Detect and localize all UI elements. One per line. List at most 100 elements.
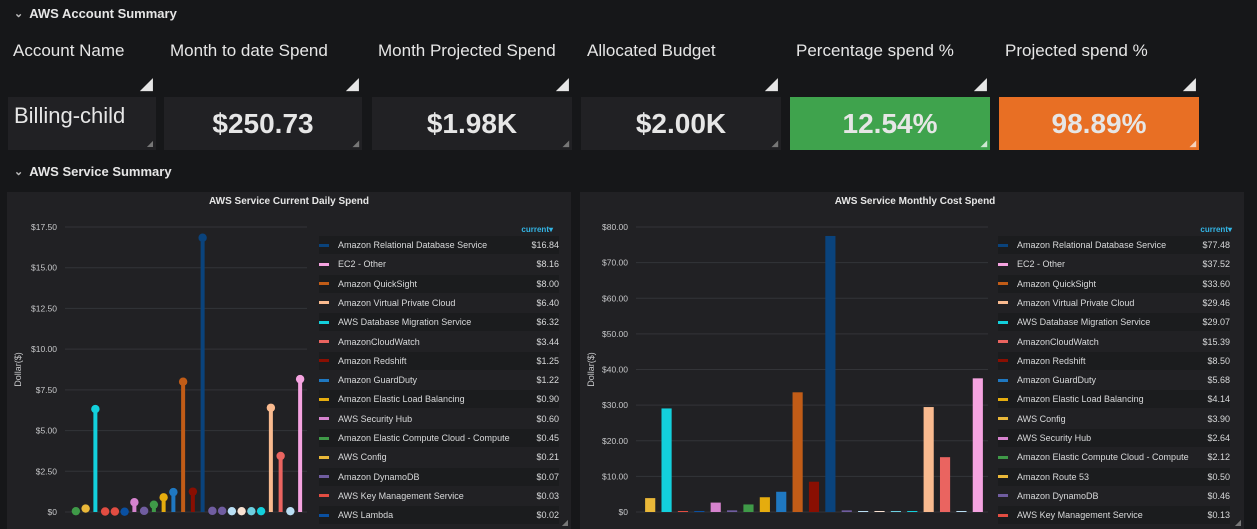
legend-item[interactable]: AWS Database Migration Service $29.07 (998, 313, 1230, 332)
legend-item[interactable]: Amazon Redshift $1.25 (319, 351, 559, 370)
legend-item[interactable]: Amazon Elastic Load Balancing $4.14 (998, 390, 1230, 409)
chart-point[interactable] (256, 506, 266, 516)
chart-bar[interactable] (825, 235, 836, 512)
chart-bar[interactable] (939, 457, 951, 512)
legend-item[interactable]: Amazon DynamoDB $0.46 (998, 487, 1230, 505)
legend-item[interactable]: Amazon DynamoDB $0.07 (319, 467, 559, 486)
chart-point[interactable] (169, 487, 178, 497)
legend-item[interactable]: AWS Key Management Service $0.03 (319, 487, 559, 505)
chart-point[interactable] (276, 451, 285, 461)
legend-item[interactable]: Amazon Virtual Private Cloud $29.46 (998, 294, 1230, 312)
chart-point[interactable] (130, 498, 139, 507)
resize-handle[interactable]: ◢ (765, 75, 778, 92)
resize-handle[interactable]: ◢ (981, 140, 987, 148)
chart-bar[interactable] (907, 511, 918, 512)
legend-item[interactable]: Amazon Elastic Compute Cloud - Compute $0… (319, 429, 559, 447)
legend-item[interactable]: EC2 - Other $37.52 (998, 255, 1230, 273)
legend-item[interactable]: AWS Security Hub $0.60 (319, 410, 559, 428)
chart-bar[interactable] (181, 381, 186, 512)
chart-point[interactable] (159, 493, 168, 502)
legend-item[interactable]: Amazon QuickSight $33.60 (998, 274, 1230, 293)
chart-point[interactable] (188, 487, 198, 496)
chart-bar[interactable] (759, 497, 770, 512)
legend-item[interactable]: Amazon GuardDuty $5.68 (998, 371, 1230, 389)
chart-bar[interactable] (677, 511, 689, 512)
chart-point[interactable] (286, 506, 295, 516)
chart-bar[interactable] (923, 407, 934, 512)
resize-handle[interactable]: ◢ (1183, 75, 1196, 92)
legend-item[interactable]: Amazon Route 53 $0.50 (998, 467, 1230, 486)
chart-bar[interactable] (298, 379, 303, 512)
resize-handle[interactable]: ◢ (974, 75, 987, 92)
chart-point[interactable] (120, 507, 129, 516)
chart-bar[interactable] (278, 455, 283, 512)
chart-point[interactable] (227, 506, 237, 516)
chart-point[interactable] (100, 507, 110, 516)
chart-point[interactable] (178, 377, 188, 386)
chart-point[interactable] (81, 504, 90, 513)
legend-item[interactable]: AmazonCloudWatch $15.39 (998, 333, 1230, 351)
chart-point[interactable] (149, 500, 159, 509)
chart-point[interactable] (266, 403, 276, 412)
legend-item[interactable]: EC2 - Other $8.16 (319, 255, 559, 273)
chart-bar[interactable] (808, 481, 820, 512)
chart-point[interactable] (208, 506, 217, 516)
legend-item[interactable]: AWS Config $3.90 (998, 410, 1230, 428)
resize-handle[interactable]: ◢ (346, 75, 359, 92)
chart-bar[interactable] (661, 408, 672, 512)
legend-sort-current[interactable]: current▾ (521, 225, 553, 234)
chart-bar[interactable] (776, 491, 787, 512)
legend-item[interactable]: AWS Key Management Service $0.13 (998, 506, 1230, 525)
chart-bar[interactable] (268, 407, 273, 512)
chart-bar[interactable] (743, 504, 754, 512)
resize-handle[interactable]: ◢ (556, 75, 569, 92)
chart-point[interactable] (217, 506, 227, 516)
row-header-account-summary[interactable]: ⌄ AWS Account Summary (14, 6, 177, 21)
chart-bar[interactable] (972, 378, 983, 512)
chart-bar[interactable] (694, 511, 705, 512)
chart-point[interactable] (91, 404, 100, 414)
legend-item[interactable]: Amazon Elastic Load Balancing $0.90 (319, 390, 559, 409)
legend-item[interactable]: Amazon GuardDuty $1.22 (319, 371, 559, 389)
chart-bar[interactable] (792, 392, 803, 512)
chart-bar[interactable] (956, 511, 967, 512)
chart-bar[interactable] (710, 502, 721, 512)
legend-item[interactable]: Amazon Relational Database Service $77.48 (998, 236, 1230, 254)
panel-monthly-spend[interactable]: AWS Service Monthly Cost Spend $0 $10.00 $… (580, 192, 1244, 529)
chart-bar[interactable] (727, 510, 738, 512)
legend-item[interactable]: Amazon Elastic Compute Cloud - Compute $2… (998, 448, 1230, 466)
legend-item[interactable]: AWS Config $0.21 (319, 448, 559, 466)
chart-bar[interactable] (858, 511, 869, 512)
chart-bar[interactable] (645, 498, 656, 512)
legend-sort-current[interactable]: current▾ (1200, 225, 1232, 234)
resize-handle[interactable]: ◢ (353, 140, 359, 148)
chart-point[interactable] (237, 506, 246, 516)
chart-point[interactable] (198, 233, 207, 242)
legend-item[interactable]: AWS Security Hub $2.64 (998, 429, 1230, 447)
legend-item[interactable]: AWS Database Migration Service $6.32 (319, 313, 559, 332)
chart-bar[interactable] (200, 237, 205, 512)
resize-handle[interactable]: ◢ (563, 140, 569, 148)
legend-item[interactable]: AmazonCloudWatch $3.44 (319, 333, 559, 351)
chart-bar[interactable] (874, 511, 885, 512)
panel-daily-spend[interactable]: AWS Service Current Daily Spend $0 $2.50 $… (7, 192, 571, 529)
legend-item[interactable]: Amazon QuickSight $8.00 (319, 274, 559, 293)
legend-item[interactable]: Amazon Virtual Private Cloud $6.40 (319, 294, 559, 312)
legend-item[interactable]: AWS Lambda $0.02 (319, 506, 559, 525)
row-header-service-summary[interactable]: ⌄ AWS Service Summary (14, 164, 172, 179)
chart-bar[interactable] (841, 510, 852, 512)
resize-handle[interactable]: ◢ (147, 140, 153, 148)
chart-bar[interactable] (890, 511, 901, 512)
legend-item[interactable]: Amazon Relational Database Service $16.84 (319, 236, 559, 254)
chart-point[interactable] (71, 506, 81, 516)
chart-point[interactable] (247, 506, 256, 516)
chart-bar[interactable] (93, 409, 98, 512)
chart-point[interactable] (295, 374, 305, 384)
resize-handle[interactable]: ◢ (1235, 519, 1241, 527)
legend-item[interactable]: Amazon Redshift $8.50 (998, 351, 1230, 370)
resize-handle[interactable]: ◢ (562, 519, 568, 527)
chart-point[interactable] (110, 507, 120, 516)
chart-point[interactable] (139, 506, 149, 516)
resize-handle[interactable]: ◢ (772, 140, 778, 148)
resize-handle[interactable]: ◢ (140, 75, 153, 92)
